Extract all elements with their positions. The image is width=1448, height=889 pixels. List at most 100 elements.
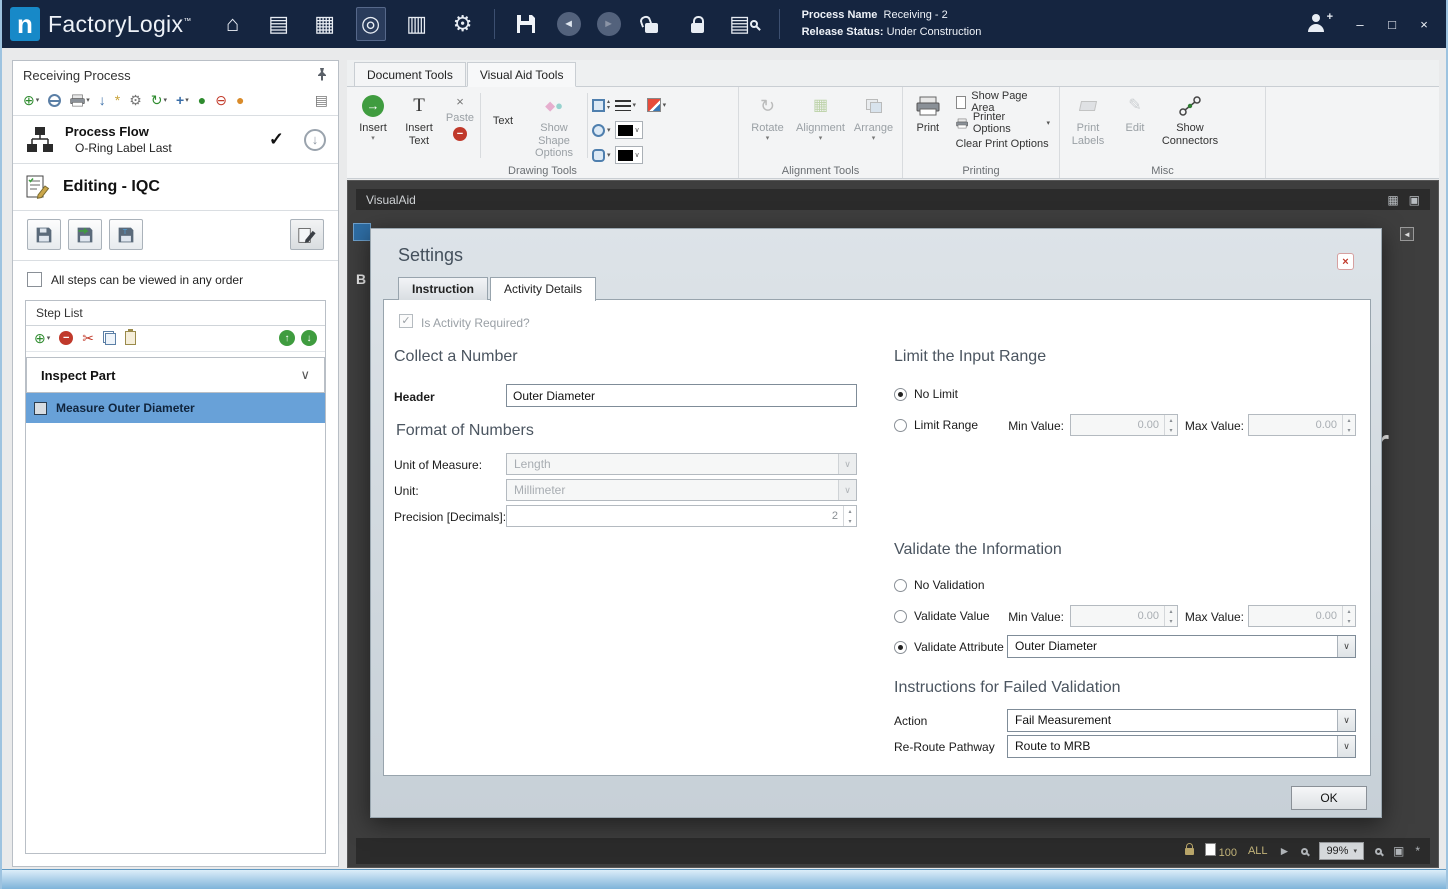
import-document-button[interactable] — [68, 219, 102, 250]
warning-icon[interactable]: ● — [236, 93, 244, 107]
minimize-button[interactable]: – — [1352, 17, 1368, 32]
action-select[interactable]: Fail Measurement ∨ — [1007, 709, 1356, 732]
save-document-button[interactable] — [27, 219, 61, 250]
show-shape-options-button[interactable]: ◆ ● Show Shape Options — [523, 89, 585, 160]
show-page-area-button[interactable]: Show Page Area — [952, 90, 1054, 114]
export-document-button[interactable]: T — [109, 219, 143, 250]
tab-instruction[interactable]: Instruction — [398, 277, 488, 300]
limit-range-radio-row[interactable]: Limit Range — [894, 417, 978, 433]
validate-min-spinner[interactable]: 0.00 ▴ ▾ — [1070, 605, 1178, 627]
text-tool-button[interactable]: Text — [483, 89, 523, 128]
no-validation-radio-row[interactable]: No Validation — [894, 577, 985, 593]
pan-button[interactable]: ► — [1279, 844, 1291, 858]
flow-search-button[interactable]: ▤ — [729, 7, 759, 41]
forward-button[interactable]: ► — [596, 12, 621, 36]
printer-options-button[interactable]: Printer Options ▾ — [952, 111, 1054, 135]
document-templates-button[interactable]: ▦ — [310, 7, 340, 41]
collapse-side-panel-icon[interactable]: ◄ — [1400, 227, 1414, 241]
insert-text-button[interactable]: T Insert Text — [396, 89, 442, 147]
move-up-button[interactable]: ↑ — [279, 330, 295, 346]
grid-view-icon[interactable]: ▦ — [1387, 193, 1398, 207]
paste-button[interactable] — [124, 329, 136, 345]
dropdown-arrow-icon[interactable]: ∨ — [1337, 736, 1355, 757]
edit-visual-aid-button[interactable] — [290, 219, 324, 250]
dropdown-arrow-icon[interactable]: ∨ — [1337, 636, 1355, 657]
maximize-button[interactable]: □ — [1384, 17, 1400, 32]
precision-spinner[interactable]: 2 ▴ ▾ — [506, 505, 857, 527]
rotate-button[interactable]: ↻ Rotate ▾ — [742, 89, 793, 143]
zoom-level-box[interactable]: 99% ▾ — [1319, 842, 1364, 860]
arrange-button[interactable]: Arrange ▾ — [848, 89, 899, 143]
rounded-rect-shape-button[interactable]: ▾ — [592, 144, 611, 166]
user-account-button[interactable]: + — [1306, 11, 1333, 35]
visualaid-header-bar[interactable]: VisualAid ▦ ▣ — [356, 189, 1430, 210]
tab-activity-details[interactable]: Activity Details — [490, 277, 597, 301]
step-group-inspect-part[interactable]: Inspect Part ∨ — [26, 357, 325, 393]
move-down-button[interactable]: ↓ — [301, 330, 317, 346]
enable-icon[interactable]: ● — [198, 93, 206, 107]
spin-up-icon[interactable]: ▴ — [844, 506, 856, 516]
validate-attribute-select[interactable]: Outer Diameter ∨ — [1007, 635, 1356, 658]
back-button[interactable]: ◄ — [556, 12, 581, 36]
unit-select[interactable]: Millimeter ∨ — [506, 479, 857, 501]
lock-view-icon[interactable] — [1184, 842, 1194, 855]
clear-print-options-button[interactable]: Clear Print Options — [952, 135, 1054, 153]
remove-shape-button[interactable]: − — [453, 127, 467, 141]
zoom-all-button[interactable]: ALL — [1248, 845, 1268, 857]
lock-user-button[interactable] — [683, 7, 713, 41]
delete-button[interactable]: × — [456, 94, 464, 109]
add-step-button[interactable]: ⊕ ▾ — [34, 331, 50, 345]
save-button[interactable] — [511, 7, 541, 41]
validate-value-radio-row[interactable]: Validate Value — [894, 608, 990, 624]
insert-step-button[interactable]: + ▾ — [176, 93, 189, 107]
edit-button[interactable]: ✎ Edit — [1113, 89, 1157, 135]
visual-aid-mode-button[interactable]: ◎ — [355, 7, 386, 41]
copy-button[interactable] — [102, 331, 116, 345]
no-validation-radio[interactable] — [894, 578, 907, 592]
add-button[interactable]: ⊕ ▾ — [23, 93, 39, 107]
validate-value-radio[interactable] — [894, 609, 907, 623]
validate-attribute-radio[interactable] — [894, 640, 907, 654]
report-button[interactable]: ▤ — [315, 93, 328, 107]
fill-color-picker[interactable]: ∨ — [614, 144, 643, 166]
rectangle-shape-button[interactable]: ▴ ▾ — [592, 94, 611, 116]
limit-max-spinner[interactable]: 0.00 ▴ ▾ — [1248, 414, 1356, 436]
zoom-in-button[interactable] — [1374, 847, 1382, 855]
header-input[interactable] — [506, 384, 857, 407]
favorites-icon[interactable]: * — [1415, 844, 1420, 858]
validate-max-spinner[interactable]: 0.00 ▴ ▾ — [1248, 605, 1356, 627]
panel-view-icon[interactable]: ▣ — [1409, 193, 1420, 207]
pin-button[interactable] — [316, 67, 328, 84]
collapse-button[interactable]: ↓ — [304, 128, 326, 151]
remove-step-button[interactable]: − — [59, 331, 74, 345]
process-flow-row[interactable]: Process Flow O-Ring Label Last ✓ ↓ — [13, 116, 338, 164]
dropdown-arrow-icon[interactable]: ∨ — [1337, 710, 1355, 731]
no-limit-radio[interactable] — [894, 387, 907, 401]
limit-min-spinner[interactable]: 0.00 ▴ ▾ — [1070, 414, 1178, 436]
disable-icon[interactable]: ⊖ — [215, 93, 227, 107]
limit-range-radio[interactable] — [894, 418, 907, 432]
tab-visual-aid-tools[interactable]: Visual Aid Tools — [466, 62, 577, 87]
chevron-down-icon[interactable]: ∨ — [300, 367, 310, 383]
import-button[interactable]: ↓ — [99, 93, 106, 107]
insert-image-button[interactable]: ▾ — [646, 94, 666, 116]
step-measure-outer-diameter[interactable]: Measure Outer Diameter — [26, 393, 325, 423]
stroke-color-picker[interactable]: ∨ — [614, 119, 643, 141]
close-button[interactable]: × — [1416, 17, 1432, 32]
validate-attribute-radio-row[interactable]: Validate Attribute — [894, 639, 1004, 655]
news-button[interactable]: ▥ — [402, 7, 432, 41]
zoom-100-button[interactable]: 100 — [1204, 843, 1237, 859]
any-order-row[interactable]: All steps can be viewed in any order — [13, 261, 338, 298]
print-button-ribbon[interactable]: Print — [906, 89, 950, 135]
line-thickness-button[interactable]: ▾ — [614, 94, 643, 116]
zoom-out-button[interactable] — [1301, 847, 1309, 855]
paste-button-ribbon[interactable]: Paste — [446, 112, 474, 124]
insert-shape-button[interactable]: → Insert ▾ — [350, 89, 396, 143]
is-activity-required-checkbox[interactable]: ✓ — [399, 314, 413, 328]
home-button[interactable]: ⌂ — [218, 7, 248, 41]
any-order-checkbox[interactable] — [27, 272, 42, 287]
process-designer-button[interactable]: ▤ — [264, 7, 294, 41]
reroute-pathway-select[interactable]: Route to MRB ∨ — [1007, 735, 1356, 758]
settings-button[interactable]: ⚙ — [129, 93, 142, 107]
hyperlink-button[interactable] — [48, 93, 62, 107]
